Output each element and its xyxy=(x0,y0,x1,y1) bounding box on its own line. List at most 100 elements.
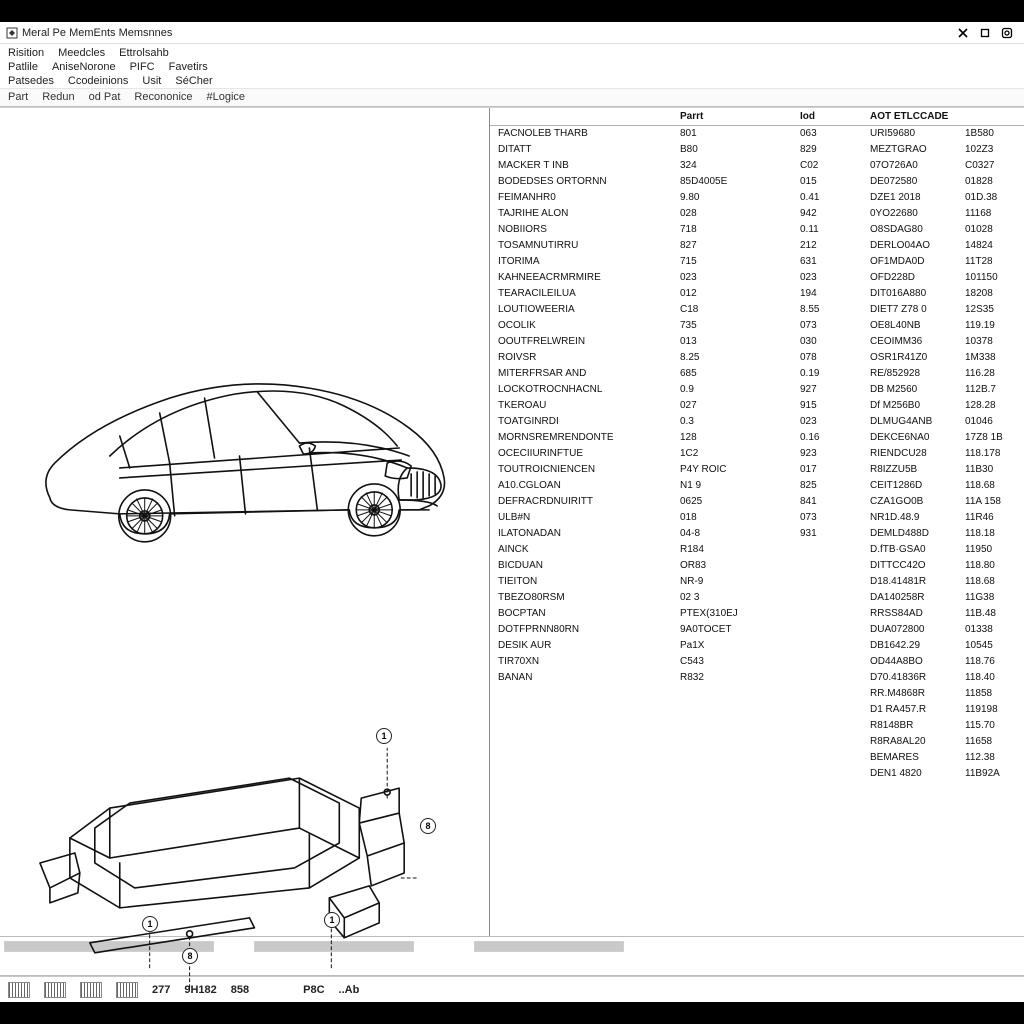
menu-item[interactable]: Favetirs xyxy=(169,61,208,73)
cell-name: DEFRACRDNUIRITT xyxy=(490,495,680,509)
cell-part: P4Y ROIC xyxy=(680,463,800,477)
cell-id: 0.11 xyxy=(800,223,870,237)
table-row[interactable]: TIEITONNR-9D18.41481R118.68 xyxy=(490,574,1024,590)
aux-window-button[interactable] xyxy=(996,24,1018,42)
menu-item[interactable]: Patsedes xyxy=(8,75,54,87)
cell-ext: 17Z8 1B xyxy=(965,431,1024,445)
cell-ref: O8SDAG80 xyxy=(870,223,965,237)
table-row[interactable]: R8RA8AL2011658 xyxy=(490,734,1024,750)
table-row[interactable]: TEARACILEILUA012194DIT016A88018208 xyxy=(490,286,1024,302)
table-row[interactable]: A10.CGLOANN1 9825CEIT1286D118.68 xyxy=(490,478,1024,494)
table-row[interactable]: OCOLIK735073OE8L40NB119.19 xyxy=(490,318,1024,334)
scrollbar[interactable] xyxy=(474,941,624,952)
cell-id: 194 xyxy=(800,287,870,301)
cell-id: 841 xyxy=(800,495,870,509)
cell-ext: 01338 xyxy=(965,623,1024,637)
table-row[interactable]: TOSAMNUTIRRU827212DERLO04AO14824 xyxy=(490,238,1024,254)
cell-part xyxy=(680,719,800,733)
menu-item[interactable]: Risition xyxy=(8,47,44,59)
table-row[interactable]: D1 RA457.R119198 xyxy=(490,702,1024,718)
menu-item[interactable]: Meedcles xyxy=(58,47,105,59)
menu-item[interactable]: SéCher xyxy=(175,75,212,87)
cell-id: 030 xyxy=(800,335,870,349)
cell-name: DOTFPRNN80RN xyxy=(490,623,680,637)
cell-ext: 11T28 xyxy=(965,255,1024,269)
column-header-ext[interactable] xyxy=(965,111,1024,122)
table-row[interactable]: BICDUANOR83DITTCC42O118.80 xyxy=(490,558,1024,574)
table-row[interactable]: MITERFRSAR AND6850.19RE/852928116.28 xyxy=(490,366,1024,382)
table-row[interactable]: DESIK AURPa1XDB1642.2910545 xyxy=(490,638,1024,654)
close-button[interactable] xyxy=(952,24,974,42)
column-header-id[interactable]: Iod xyxy=(800,111,870,122)
cell-ref: Df M256B0 xyxy=(870,399,965,413)
table-row[interactable]: TOATGINRDI0.3023DLMUG4ANB01046 xyxy=(490,414,1024,430)
table-row[interactable]: OCECIIURINFTUE1C2923RIENDCU28118.178 xyxy=(490,446,1024,462)
table-row[interactable]: TOUTROICNIENCENP4Y ROIC017R8IZZU5B11B30 xyxy=(490,462,1024,478)
toolbar-button[interactable]: #Logice xyxy=(207,91,246,103)
cell-name: TBEZO80RSM xyxy=(490,591,680,605)
table-row[interactable]: NOBIIORS7180.11O8SDAG8001028 xyxy=(490,222,1024,238)
table-row[interactable]: FACNOLEB THARB801063URI596801B580 xyxy=(490,126,1024,142)
menu-item[interactable]: Ccodeinions xyxy=(68,75,129,87)
cell-name: MITERFRSAR AND xyxy=(490,367,680,381)
table-row[interactable]: BANANR832D70.41836R118.40 xyxy=(490,670,1024,686)
menu-item[interactable]: Ettrolsahb xyxy=(119,47,169,59)
table-row[interactable]: ITORIMA715631OF1MDA0D11T28 xyxy=(490,254,1024,270)
toolbar-button[interactable]: Part xyxy=(8,91,28,103)
cell-part: PTEX(310EJ xyxy=(680,607,800,621)
table-row[interactable]: LOUTIOWEERIAC188.55DIET7 Z78 012S35 xyxy=(490,302,1024,318)
cell-name xyxy=(490,751,680,765)
table-row[interactable]: LOCKOTROCNHACNL0.9927DB M2560112B.7 xyxy=(490,382,1024,398)
table-row[interactable]: DEFRACRDNUIRITT0625841CZA1GO0B11A 158 xyxy=(490,494,1024,510)
toolbar: Part Redun od Pat Recononice #Logice xyxy=(0,88,1024,107)
menu-item[interactable]: AniseNorone xyxy=(52,61,116,73)
cell-ext: 10545 xyxy=(965,639,1024,653)
menu-item[interactable]: Usit xyxy=(142,75,161,87)
column-header-name[interactable] xyxy=(490,111,680,122)
toolbar-button[interactable]: Redun xyxy=(42,91,74,103)
table-row[interactable]: BODEDSES ORTORNN85D4005E015DE07258001828 xyxy=(490,174,1024,190)
table-row[interactable]: OOUTFRELWREIN013030CEOIMM3610378 xyxy=(490,334,1024,350)
cell-name: A10.CGLOAN xyxy=(490,479,680,493)
menu-item[interactable]: Patlile xyxy=(8,61,38,73)
table-row[interactable]: TAJRIHE ALON0289420YO2268011168 xyxy=(490,206,1024,222)
table-row[interactable]: AINCKR184D.fTB·GSA011950 xyxy=(490,542,1024,558)
table-row[interactable]: BOCPTANPTEX(310EJRRSS84AD11B.48 xyxy=(490,606,1024,622)
table-row[interactable]: ILATONADAN04-8931DEMLD488D118.18 xyxy=(490,526,1024,542)
table-row[interactable]: MORNSREMRENDONTE1280.16DEKCE6NA017Z8 1B xyxy=(490,430,1024,446)
cell-ref: DITTCC42O xyxy=(870,559,965,573)
cell-part xyxy=(680,767,800,781)
table-row[interactable]: FEIMANHR09.800.41DZE1 201801D.38 xyxy=(490,190,1024,206)
column-header-ref[interactable]: AOT ETLCCADE xyxy=(870,111,965,122)
cell-ext: 101150 xyxy=(965,271,1024,285)
table-row[interactable]: R8148BR115.70 xyxy=(490,718,1024,734)
table-row[interactable]: TKEROAU027915Df M256B0128.28 xyxy=(490,398,1024,414)
table-row[interactable]: ULB#N018073NR1D.48.911R46 xyxy=(490,510,1024,526)
column-header-part[interactable]: Parrt xyxy=(680,111,800,122)
cell-ref: CEOIMM36 xyxy=(870,335,965,349)
cell-part: 018 xyxy=(680,511,800,525)
toolbar-button[interactable]: od Pat xyxy=(89,91,121,103)
cell-ext: 01D.38 xyxy=(965,191,1024,205)
table-row[interactable]: TIR70XNC543OD44A8BO118.76 xyxy=(490,654,1024,670)
cell-name: TAJRIHE ALON xyxy=(490,207,680,221)
cell-name: TOUTROICNIENCEN xyxy=(490,463,680,477)
table-row[interactable]: TBEZO80RSM02 3DA140258R11G38 xyxy=(490,590,1024,606)
menu-item[interactable]: PIFC xyxy=(130,61,155,73)
cell-ref: OSR1R41Z0 xyxy=(870,351,965,365)
cell-name: TIEITON xyxy=(490,575,680,589)
table-row[interactable]: DOTFPRNN80RN9A0TOCETDUA07280001338 xyxy=(490,622,1024,638)
table-row[interactable]: ROIVSR8.25078OSR1R41Z01M338 xyxy=(490,350,1024,366)
cell-ext: 119.19 xyxy=(965,319,1024,333)
cell-id: 631 xyxy=(800,255,870,269)
table-row[interactable]: RR.M4868R11858 xyxy=(490,686,1024,702)
toolbar-button[interactable]: Recononice xyxy=(134,91,192,103)
table-row[interactable]: BEMARES112.38 xyxy=(490,750,1024,766)
table-row[interactable]: DEN1 482011B92A xyxy=(490,766,1024,782)
table-row[interactable]: KAHNEEACRMRMIRE023023OFD228D101150 xyxy=(490,270,1024,286)
cell-ext: 11A 158 xyxy=(965,495,1024,509)
cell-name: BICDUAN xyxy=(490,559,680,573)
table-row[interactable]: MACKER T INB324C0207O726A0C0327 xyxy=(490,158,1024,174)
table-row[interactable]: DITATTB80829MEZTGRAO102Z3 xyxy=(490,142,1024,158)
restore-button[interactable] xyxy=(974,24,996,42)
